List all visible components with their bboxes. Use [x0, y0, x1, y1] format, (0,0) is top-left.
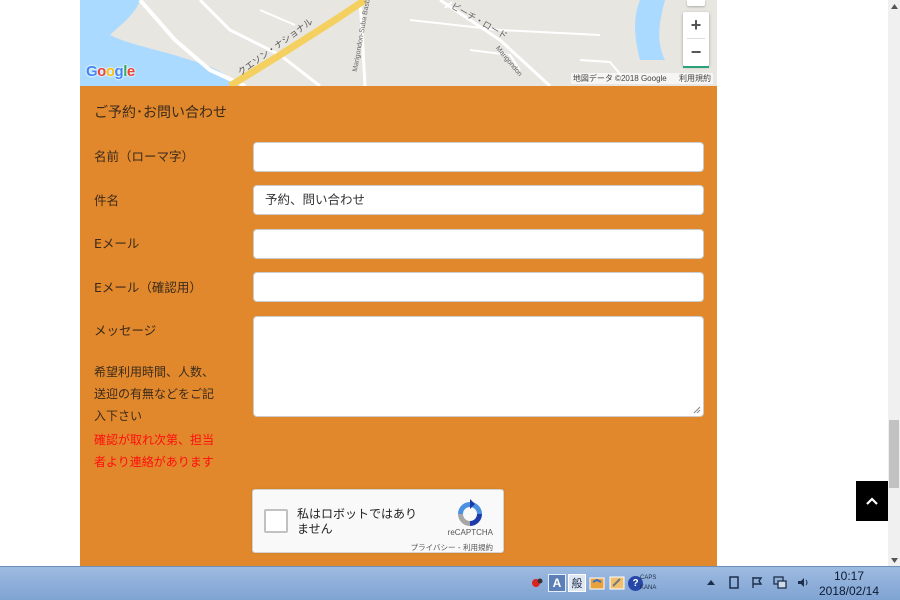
recaptcha-brand: reCAPTCHA — [447, 528, 493, 537]
clock-time: 10:17 — [833, 569, 865, 583]
scroll-down-arrow[interactable] — [888, 554, 900, 566]
page: クエソン・ナショナル Marigondon-Suba Basb ビーチ・ロード … — [0, 0, 900, 600]
email-confirm-label: Eメール（確認用） — [94, 280, 202, 295]
recaptcha-label: 私はロボットではありません — [297, 507, 418, 536]
message-hint-line: 希望利用時間、人数、 — [94, 365, 215, 379]
google-logo: Google — [86, 63, 135, 80]
name-label: 名前（ローマ字） — [94, 149, 195, 164]
system-tray — [704, 575, 810, 589]
recaptcha-links[interactable]: プライバシー - 利用規約 — [411, 542, 493, 553]
resize-grip-icon[interactable] — [693, 406, 701, 414]
recaptcha-widget: 私はロボットではありません reCAPTCHA プライバシー - 利用規約 — [252, 489, 504, 553]
network-icon[interactable] — [773, 575, 787, 589]
map-control-stub — [687, 0, 705, 6]
message-label: メッセージ — [94, 323, 157, 338]
chevron-up-icon — [866, 497, 878, 505]
ime-conversion-button[interactable]: 般 — [568, 574, 586, 592]
triangle-down-icon — [890, 557, 898, 563]
subject-input[interactable]: 予約、問い合わせ — [253, 185, 704, 215]
device-icon[interactable] — [727, 575, 741, 589]
recaptcha-logo-icon — [458, 499, 482, 526]
windows-taskbar: A 般 ? CAPS KANA 10:17 2018/02/14 — [0, 566, 900, 600]
map-attribution: 地図データ ©2018 Google 利用規約 — [570, 73, 713, 84]
message-hint-line: 入下さい — [94, 409, 143, 423]
email-confirm-input[interactable] — [253, 272, 704, 302]
ime-toolbar: A 般 ? — [528, 572, 643, 594]
message-hint: 希望利用時間、人数、 送迎の有無などをご記 入下さい — [94, 361, 234, 427]
zoom-out-button[interactable]: − — [683, 39, 709, 65]
chevron-up-icon[interactable] — [704, 575, 718, 589]
form-title: ご予約･お問い合わせ — [94, 105, 227, 121]
page-scrollbar[interactable] — [888, 0, 900, 566]
zoom-accent-line — [683, 66, 709, 68]
message-textarea[interactable] — [253, 316, 704, 417]
ime-tools-icon[interactable] — [608, 574, 626, 592]
google-map[interactable]: クエソン・ナショナル Marigondon-Suba Basb ビーチ・ロード … — [80, 0, 717, 86]
subject-label: 件名 — [94, 193, 120, 208]
caps-indicator: CAPS — [640, 575, 657, 581]
ime-pin-icon[interactable] — [528, 574, 546, 592]
message-hint-line: 送迎の有無などをご記 — [94, 387, 215, 401]
zoom-control: + − — [683, 12, 709, 68]
contact-notice-line: 者より連絡があります — [94, 455, 214, 469]
speaker-icon[interactable] — [796, 575, 810, 589]
ime-mode-button[interactable]: A — [548, 574, 566, 592]
email-input[interactable] — [253, 229, 704, 259]
back-to-top-button[interactable] — [856, 481, 888, 521]
scroll-up-arrow[interactable] — [888, 0, 900, 12]
contact-notice-line: 確認が取れ次第、担当 — [94, 433, 215, 447]
map-terms-link[interactable]: 利用規約 — [679, 74, 711, 83]
recaptcha-checkbox[interactable] — [264, 509, 288, 533]
kana-indicator: KANA — [640, 585, 657, 591]
system-clock[interactable]: 10:17 2018/02/14 — [818, 569, 880, 599]
map-data-credit: 地図データ ©2018 Google — [572, 74, 667, 83]
name-input[interactable] — [253, 142, 704, 172]
ime-pad-icon[interactable] — [588, 574, 606, 592]
triangle-up-icon — [890, 3, 898, 9]
email-label: Eメール — [94, 236, 140, 251]
keyboard-status: CAPS KANA — [640, 573, 656, 593]
contact-form: ご予約･お問い合わせ 名前（ローマ字） 件名 予約、問い合わせ Eメール Eメー… — [80, 86, 717, 566]
flag-icon[interactable] — [750, 575, 764, 589]
scroll-thumb[interactable] — [889, 420, 899, 488]
clock-date: 2018/02/14 — [818, 584, 880, 598]
zoom-in-button[interactable]: + — [683, 12, 709, 38]
contact-notice: 確認が取れ次第、担当 者より連絡があります — [94, 429, 234, 473]
